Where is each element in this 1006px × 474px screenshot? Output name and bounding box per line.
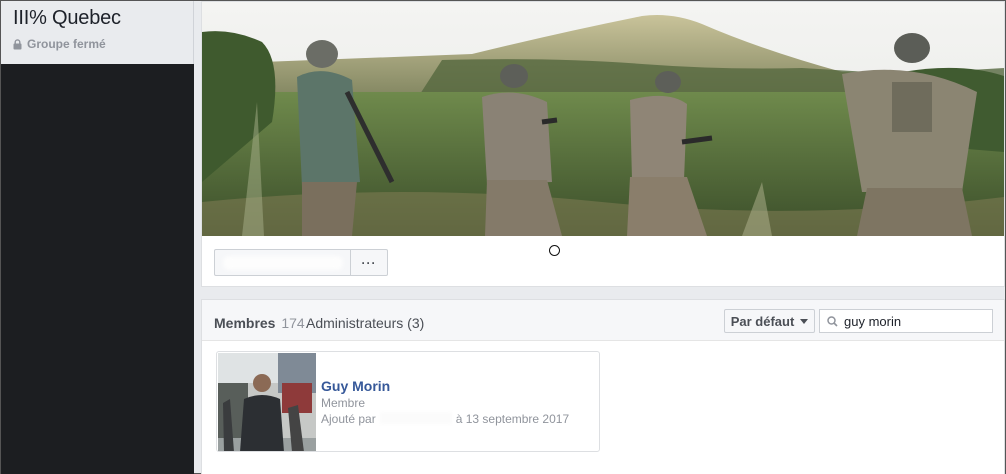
member-name[interactable]: Guy Morin [321, 378, 390, 394]
group-cover-card: ··· [201, 1, 1005, 287]
cover-photo[interactable] [202, 2, 1004, 236]
sort-label: Par défaut [730, 313, 795, 329]
member-avatar [218, 353, 316, 451]
member-search [819, 309, 993, 333]
group-name[interactable]: III% Quebec [13, 7, 193, 30]
group-actions: ··· [214, 249, 388, 276]
members-count: 174 [281, 315, 305, 331]
tab-members[interactable]: Membres 174 [214, 315, 305, 331]
members-section: Membres 174 Administrateurs (3) Par défa… [201, 299, 1005, 474]
tab-admins-label: Administrateurs [306, 315, 404, 331]
added-date: à 13 septembre 2017 [455, 412, 570, 426]
added-by-label: Ajouté par [321, 412, 376, 426]
mouse-cursor [549, 245, 560, 256]
group-header: III% Quebec Groupe fermé [1, 1, 194, 64]
member-card[interactable]: Guy Morin Membre Ajouté par à 13 septemb… [216, 351, 600, 452]
join-button[interactable] [214, 249, 351, 276]
left-sidebar [1, 1, 194, 474]
cover-image [202, 2, 1004, 236]
redacted-name [379, 412, 452, 424]
caret-down-icon [800, 318, 809, 324]
main-column: ··· Membres 174 Administrateurs (3) Par … [201, 1, 1005, 474]
tab-admins[interactable]: Administrateurs (3) [306, 315, 424, 331]
group-privacy: Groupe fermé [13, 37, 193, 51]
search-icon [827, 315, 838, 327]
member-added-info: Ajouté par à 13 septembre 2017 [321, 412, 569, 426]
group-type-label: Groupe fermé [27, 37, 106, 51]
member-role: Membre [321, 396, 366, 410]
sort-dropdown[interactable]: Par défaut [724, 309, 815, 333]
admins-count: (3) [407, 315, 425, 331]
more-icon: ··· [361, 255, 377, 270]
more-button[interactable]: ··· [351, 249, 388, 276]
lock-icon [13, 38, 22, 49]
member-photo[interactable] [218, 353, 316, 451]
members-header: Membres 174 Administrateurs (3) Par défa… [202, 300, 1004, 341]
tab-members-label: Membres [214, 315, 276, 331]
search-input[interactable] [844, 313, 984, 329]
